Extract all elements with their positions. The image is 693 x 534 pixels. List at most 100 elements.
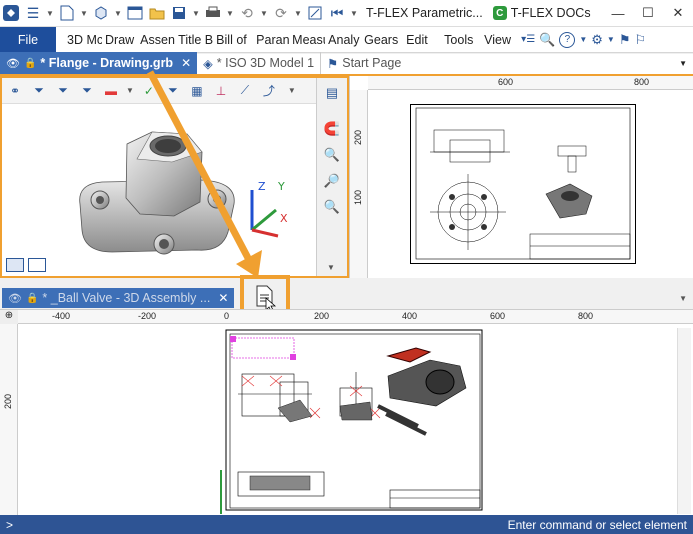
tab-start-page[interactable]: ⚑ Start Page [320, 52, 407, 74]
chevron-down-icon[interactable]: ▼ [348, 2, 360, 24]
menu-bill-of-materials[interactable]: Bill of [213, 27, 253, 53]
axis-x-label: X [280, 212, 288, 225]
flag-icon[interactable]: ⚑ [619, 32, 631, 48]
tab-ball-valve-assembly[interactable]: 👁 🔒 * _Ball Valve - 3D Assembly ... ✕ [2, 288, 235, 308]
drawing-preview-viewport[interactable]: 600 800 200 100 [349, 76, 693, 278]
viewport-side-toolbar: ▤ 🧲 🔍 🔎 🔍 ▼ [316, 78, 347, 276]
check-icon[interactable]: ✓ [140, 82, 158, 100]
redo-icon[interactable]: ⟳ [270, 2, 292, 24]
skip-back-icon[interactable]: ⏮ [326, 2, 348, 24]
app-logo-icon[interactable] [0, 2, 22, 24]
save-icon[interactable] [168, 2, 190, 24]
file-menu-button[interactable]: File [0, 26, 56, 53]
menu-analysis[interactable]: Analy [325, 27, 361, 53]
flag-alt-icon[interactable]: ⚐ [635, 32, 647, 48]
menu-edit[interactable]: Edit [403, 27, 441, 53]
menu-title-block[interactable]: Title B [175, 27, 213, 53]
snap-node-icon[interactable]: ⤴ [260, 82, 278, 100]
ruler-tick-label: 200 [353, 130, 363, 146]
flange-model-render[interactable]: Z Y X [2, 104, 316, 276]
drawing-sheet-thumbnail [410, 104, 636, 264]
viewport-toolbar: ⚭ ⏷ ⏷ ⏷ ▬ ▼ ✓ ⏷ ▦ ⊥ ⟋ ⤴ ▼ [2, 78, 347, 104]
tab-label: Start Page [342, 56, 402, 70]
menu-gears[interactable]: Gears [361, 27, 403, 53]
tab-flange-drawing[interactable]: 👁 🔒 * Flange - Drawing.grb ✕ [0, 52, 198, 74]
menu-3d-model[interactable]: 3D Mc [64, 27, 102, 53]
app-window: ☰ ▼ ▼ ▼ ▼ ▼ ⟲ ▼ ⟳ ▼ ⏮ ▼ T-FLEX Parametri… [0, 0, 693, 534]
view-grid-icon[interactable]: ▦ [188, 82, 206, 100]
cube-icon[interactable] [90, 2, 112, 24]
axis-z-label: Z [258, 180, 266, 193]
print-icon[interactable] [202, 2, 224, 24]
3d-viewport[interactable]: ⚭ ⏷ ⏷ ⏷ ▬ ▼ ✓ ⏷ ▦ ⊥ ⟋ ⤴ ▼ Z Y X ▤ 🧲 🔍 🔎 … [0, 76, 349, 278]
minimize-button[interactable]: — [603, 0, 633, 27]
magnet-icon[interactable]: 🧲 [321, 118, 343, 140]
chevron-down-icon[interactable]: ▼ [224, 2, 236, 24]
new-document-icon[interactable] [56, 2, 78, 24]
ruler-corner: ⊕ [0, 310, 18, 324]
chevron-down-icon[interactable]: ▼ [258, 2, 270, 24]
undo-icon[interactable]: ⟲ [236, 2, 258, 24]
chevron-down-icon[interactable]: ▼ [44, 2, 56, 24]
origin-marker [220, 470, 222, 514]
ball-valve-drawing-viewport[interactable]: -400 -200 0 200 400 600 800 200 ⊕ [0, 309, 693, 516]
docs-icon: C [492, 6, 507, 20]
flag-icon: ⚑ [327, 56, 339, 71]
menu-draw[interactable]: Draw [102, 27, 137, 53]
customize-icon[interactable]: ▾☰ [521, 34, 535, 45]
chevron-down-icon[interactable]: ▼ [292, 2, 304, 24]
menu-tools[interactable]: Tools [441, 27, 481, 53]
filter-check-icon[interactable]: ⏷ [164, 82, 182, 100]
document-drop-icon[interactable] [253, 284, 277, 312]
gear-icon[interactable]: ⚙ [591, 32, 603, 48]
color-select-icon[interactable]: ▬ [102, 82, 120, 100]
zoom-window-icon[interactable]: 🔍 [321, 196, 343, 218]
chevron-down-icon[interactable]: ▼ [190, 2, 202, 24]
scroll-right[interactable] [677, 328, 691, 514]
filter-list-icon[interactable]: ⏷ [78, 82, 96, 100]
zoom-in-icon[interactable]: 🔍 [321, 144, 343, 166]
maximize-button[interactable]: ☐ [633, 0, 663, 27]
filter-icon[interactable]: ⏷ [30, 82, 48, 100]
menu-view[interactable]: View [481, 27, 515, 53]
axis-y-label: Y [277, 180, 285, 193]
menu-measure[interactable]: Measu [289, 27, 325, 53]
chevron-down-icon[interactable]: ▼ [679, 294, 687, 303]
menu-parameters[interactable]: Paran [253, 27, 289, 53]
snap-line-icon[interactable]: ⟋ [236, 82, 254, 100]
window-title: T-FLEX Parametric... [366, 6, 483, 20]
zoom-fit-icon[interactable]: 🔎 [321, 170, 343, 192]
stack-view-icon[interactable] [28, 258, 46, 272]
ruler-tick-label: 200 [3, 394, 13, 410]
close-icon[interactable]: ✕ [181, 56, 191, 70]
chevron-down-icon[interactable]: ▼ [126, 86, 134, 95]
window-icon[interactable] [124, 2, 146, 24]
chevron-down-icon[interactable]: ▼ [78, 2, 90, 24]
tree-icon[interactable]: ⚭ [6, 82, 24, 100]
measure-icon[interactable] [304, 2, 326, 24]
ruler-tick-label: -200 [138, 311, 157, 321]
help-icon[interactable]: ? [559, 31, 576, 48]
chevron-down-icon[interactable]: ▼ [679, 59, 687, 68]
eye-icon: 👁 [6, 57, 20, 70]
close-icon[interactable]: ✕ [218, 291, 228, 305]
tab-iso-3d-model[interactable]: ◈ * ISO 3D Model 1 [197, 52, 320, 74]
search-icon[interactable]: 🔍 [539, 32, 555, 48]
ruler-left: 200 [0, 324, 18, 516]
chevron-down-icon[interactable]: ▼ [288, 86, 296, 95]
split-view-icon[interactable] [6, 258, 24, 272]
window-layout-icon[interactable]: ▤ [321, 82, 343, 104]
document-tab-strip: 👁 🔒 * Flange - Drawing.grb ✕ ◈ * ISO 3D … [0, 52, 693, 76]
menu-icon[interactable]: ☰ [22, 2, 44, 24]
docs-indicator[interactable]: C T-FLEX DOCs [492, 6, 591, 20]
chevron-down-icon[interactable]: ▼ [112, 2, 124, 24]
close-button[interactable]: ✕ [663, 0, 693, 27]
chevron-down-icon[interactable]: ▼ [607, 35, 615, 44]
scroll-down-icon[interactable]: ▼ [327, 263, 335, 272]
command-prompt[interactable]: > [6, 518, 13, 532]
chevron-down-icon[interactable]: ▼ [579, 35, 587, 44]
snap-point-icon[interactable]: ⊥ [212, 82, 230, 100]
open-folder-icon[interactable] [146, 2, 168, 24]
filter-alt-icon[interactable]: ⏷ [54, 82, 72, 100]
menu-assembly[interactable]: Assen [137, 27, 175, 53]
